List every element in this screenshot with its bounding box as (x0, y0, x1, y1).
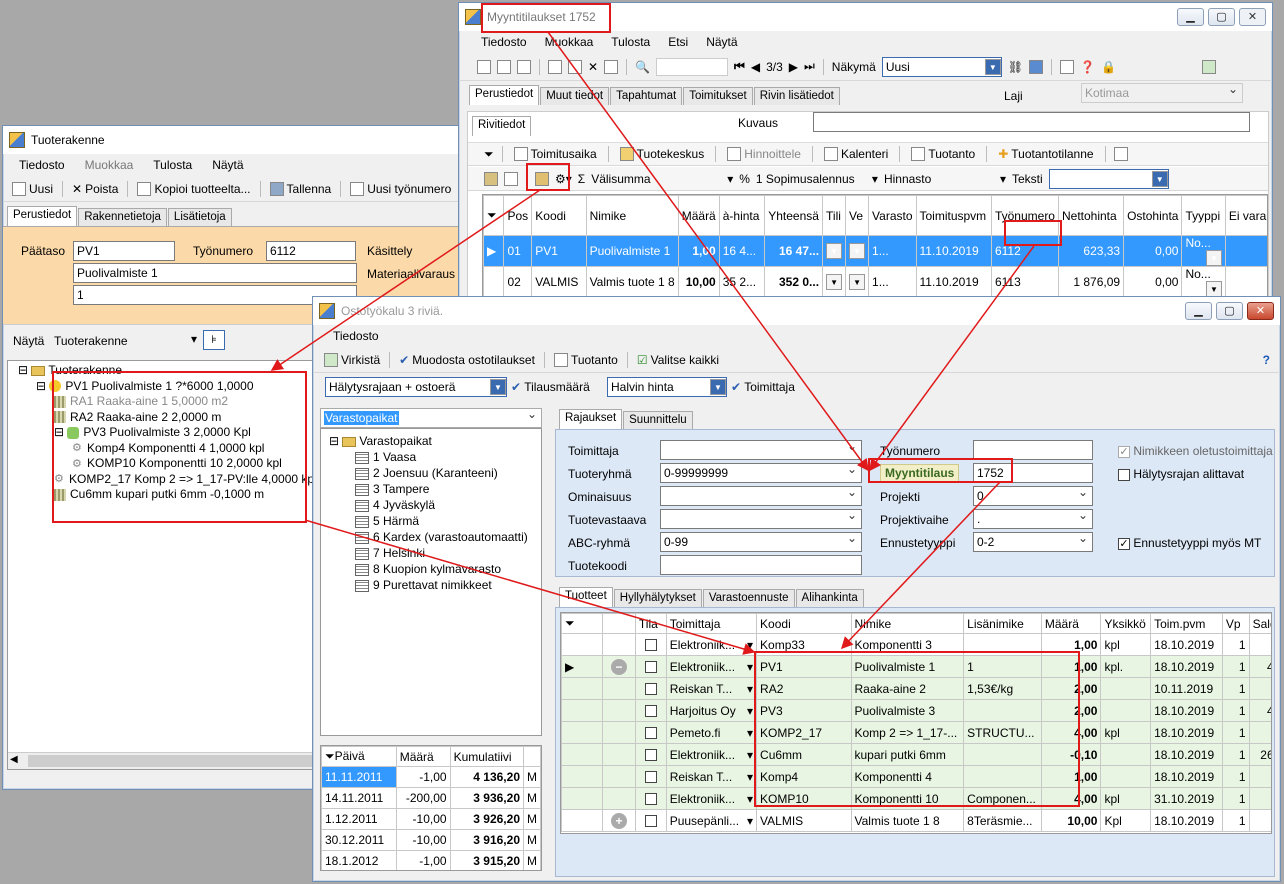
annotation-arrows (270, 31, 1035, 655)
